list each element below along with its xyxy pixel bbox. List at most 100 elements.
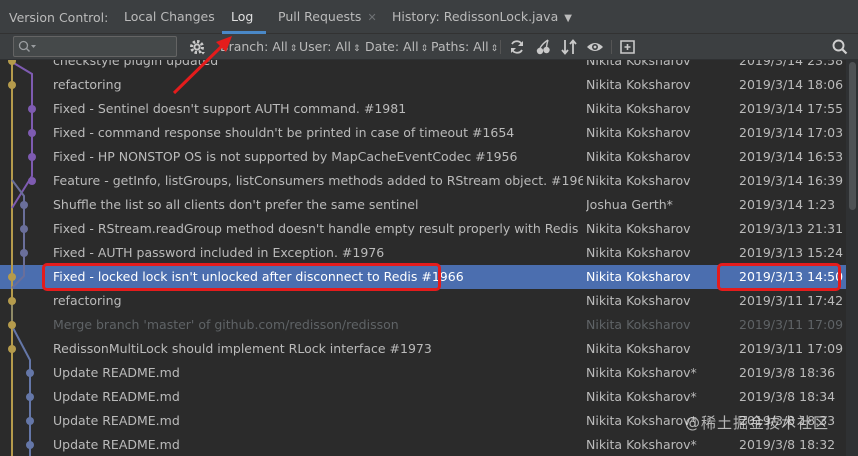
commit-date: 2019/3/14 23:58 [739, 60, 844, 68]
commit-message: Shuffle the list so all clients don't pr… [53, 197, 419, 212]
table-row[interactable]: Fixed - AUTH password included in Except… [0, 241, 846, 265]
commit-author: Nikita Koksharov [586, 60, 691, 68]
commit-node [8, 81, 16, 89]
commit-date: 2019/3/11 17:09 [739, 341, 844, 356]
branch-filter[interactable]: Branch: All ⇕ [220, 36, 297, 58]
tabbar-title: Version Control: [9, 10, 109, 25]
chevron-down-icon[interactable]: ▼ [564, 13, 572, 24]
commit-author: Nikita Koksharov [586, 221, 691, 236]
tab-local-changes[interactable]: Local Changes [124, 0, 215, 34]
commit-log-table[interactable]: checkstyle plugin updated Nikita Koksharo… [0, 60, 846, 456]
updown-arrow-icon: ⇕ [490, 44, 499, 54]
user-filter[interactable]: User: All ⇕ [299, 36, 361, 58]
commit-author: Nikita Koksharov [586, 149, 691, 164]
eye-icon[interactable] [585, 37, 605, 57]
updown-arrow-icon: ⇕ [289, 44, 298, 54]
tab-label: Pull Requests [278, 9, 362, 24]
commit-date: 2019/3/8 18:34 [739, 389, 836, 404]
search-icon [18, 40, 36, 52]
table-row[interactable]: Fixed - RStream.readGroup method doesn't… [0, 217, 846, 241]
table-row[interactable]: Update README.md Nikita Koksharov* 2019/3/… [0, 385, 846, 409]
commit-date: 2019/3/11 17:42 [739, 293, 844, 308]
commit-message: Update README.md [53, 413, 180, 428]
table-row[interactable]: refactoring Nikita Koksharov 2019/3/14 18:… [0, 73, 846, 97]
tab-history[interactable]: History: RedissonLock.java ▼ [392, 0, 572, 34]
commit-message: Merge branch 'master' of github.com/redi… [53, 317, 399, 332]
commit-message: RedissonMultiLock should implement RLock… [53, 341, 432, 356]
commit-node [26, 441, 34, 449]
commit-date: 2019/3/14 16:53 [739, 149, 844, 164]
commit-node [28, 105, 36, 113]
paths-filter[interactable]: Paths: All ⇕ [431, 36, 498, 58]
toolbar-divider [500, 40, 501, 54]
user-filter-label: User: All [299, 39, 351, 54]
commit-author: Nikita Koksharov [586, 245, 691, 260]
commit-node [26, 369, 34, 377]
commit-author: Nikita Koksharov* [586, 389, 697, 404]
tab-pull-requests[interactable]: Pull Requests ✕ [278, 0, 377, 34]
updown-arrow-icon: ⇕ [352, 44, 361, 54]
commit-author: Nikita Koksharov [586, 101, 691, 116]
commit-date: 2019/3/14 17:55 [739, 101, 844, 116]
updown-arrow-icon: ⇕ [420, 44, 429, 54]
commit-author: Nikita Koksharov* [586, 365, 697, 380]
commit-date: 2019/3/11 17:09 [739, 317, 844, 332]
table-row[interactable]: Feature - getInfo, listGroups, listConsu… [0, 169, 846, 193]
table-row[interactable]: Merge branch 'master' of github.com/redi… [0, 313, 846, 337]
commit-node [28, 153, 36, 161]
table-row[interactable]: refactoring Nikita Koksharov 2019/3/11 17:… [0, 289, 846, 313]
commit-date: 2019/3/13 21:31 [739, 221, 844, 236]
commit-author: Nikita Koksharov [586, 317, 691, 332]
gear-icon[interactable] [187, 37, 207, 57]
search-field[interactable] [13, 36, 177, 57]
table-row[interactable]: RedissonMultiLock should implement RLock… [0, 337, 846, 361]
branch-filter-label: Branch: All [220, 39, 288, 54]
commit-message: Fixed - Sentinel doesn't support AUTH co… [53, 101, 407, 116]
commit-date: 2019/3/13 15:24 [739, 245, 844, 260]
table-row[interactable]: Shuffle the list so all clients don't pr… [0, 193, 846, 217]
refresh-icon[interactable] [507, 37, 527, 57]
search-input[interactable] [40, 38, 172, 55]
table-row[interactable]: Fixed - command response shouldn't be pr… [0, 121, 846, 145]
commit-author: Nikita Koksharov* [586, 437, 697, 452]
commit-date: 2019/3/8 18:36 [739, 365, 836, 380]
paths-filter-label: Paths: All [431, 39, 489, 54]
commit-author: Nikita Koksharov [586, 173, 691, 188]
cherry-pick-icon[interactable] [534, 37, 554, 57]
commit-node [26, 393, 34, 401]
close-icon[interactable]: ✕ [367, 11, 376, 24]
commit-message: Update README.md [53, 437, 180, 452]
commit-message: Feature - getInfo, listGroups, listConsu… [53, 173, 583, 188]
commit-author: Nikita Koksharov [586, 77, 691, 92]
table-row[interactable]: Update README.md Nikita Koksharov* 2019/3/… [0, 361, 846, 385]
scrollbar-thumb[interactable] [849, 62, 856, 210]
date-filter-label: Date: All [365, 39, 419, 54]
watermark: @稀土掘金技术社区 [685, 414, 830, 432]
commit-date: 2019/3/14 1:23 [739, 197, 836, 212]
table-row[interactable]: Fixed - Sentinel doesn't support AUTH co… [0, 97, 846, 121]
commit-graph [8, 60, 36, 456]
log-toolbar: Branch: All ⇕ User: All ⇕ Date: All ⇕ Paths… [0, 34, 858, 60]
new-tab-icon[interactable] [618, 37, 638, 57]
commit-node [8, 297, 16, 305]
commit-date: 2019/3/14 18:06 [739, 77, 844, 92]
sort-icon[interactable] [559, 37, 579, 57]
toolbar-divider [611, 40, 612, 54]
commit-message: checkstyle plugin updated [53, 60, 219, 68]
tab-label: Log [231, 9, 254, 24]
table-row[interactable]: Fixed - HP NONSTOP OS is not supported b… [0, 145, 846, 169]
commit-message: refactoring [53, 293, 122, 308]
commit-author: Nikita Koksharov [586, 341, 691, 356]
commit-node [8, 273, 16, 281]
commit-message: Update README.md [53, 389, 180, 404]
table-row[interactable]: Update README.md Nikita Koksharov* 2019/3/… [0, 433, 846, 456]
date-filter[interactable]: Date: All ⇕ [365, 36, 428, 58]
tab-log[interactable]: Log [231, 0, 253, 34]
commit-node [20, 201, 28, 209]
commit-author: Joshua Gerth* [586, 197, 673, 212]
tab-label: Local Changes [124, 9, 215, 24]
table-row[interactable]: checkstyle plugin updated Nikita Koksharo… [0, 60, 846, 73]
search-icon[interactable] [830, 37, 850, 57]
commit-node [20, 225, 28, 233]
commit-date: 2019/3/14 16:39 [739, 173, 844, 188]
